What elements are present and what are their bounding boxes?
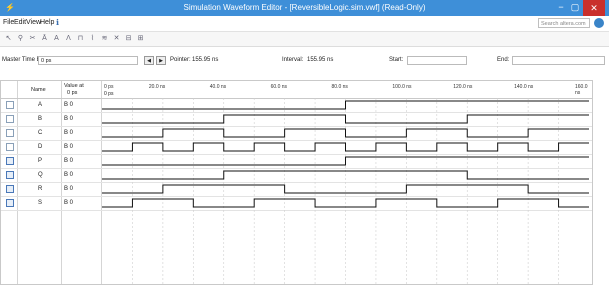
waveform-display[interactable]: [102, 98, 592, 284]
invert-icon[interactable]: Ʌ: [64, 34, 73, 43]
weak-icon[interactable]: ✕: [112, 34, 121, 43]
pointer-label: Pointer:: [170, 57, 191, 63]
signal-name: B: [38, 116, 43, 122]
name-column-header[interactable]: Name: [31, 87, 46, 93]
title-bar: ⚡ Simulation Waveform Editor - [Reversib…: [0, 0, 609, 16]
menu-edit[interactable]: Edit: [14, 19, 26, 26]
output-pin-icon: [6, 185, 14, 193]
signal-name: R: [38, 186, 43, 192]
end-label: End:: [497, 57, 510, 63]
menu-bar: File Edit View Help ℹ Search altera.com: [0, 16, 609, 32]
zoom-icon[interactable]: ⚲: [16, 34, 25, 43]
value-column-header[interactable]: Value at: [64, 83, 84, 89]
start-field[interactable]: [407, 56, 467, 65]
waveform-p[interactable]: [102, 156, 589, 166]
signal-value: B 0: [64, 172, 74, 178]
cut-icon[interactable]: ✂: [28, 34, 37, 43]
pointer-value: 155.95 ns: [192, 57, 219, 63]
next-transition-button[interactable]: ▶: [156, 56, 166, 65]
menu-help[interactable]: Help: [40, 19, 54, 26]
master-time-bar-field[interactable]: 0 ps: [38, 56, 138, 65]
signal-value: B 0: [64, 186, 74, 192]
time-tick-label: 160.0 ns: [575, 84, 588, 96]
input-pin-icon: [6, 115, 14, 123]
high-icon[interactable]: Ā: [40, 34, 49, 43]
signal-name: C: [38, 130, 43, 136]
clock-icon[interactable]: ⌇: [88, 34, 97, 43]
help-icon[interactable]: ℹ: [56, 18, 59, 27]
signal-name: D: [38, 144, 43, 150]
table-header: Name Value at 0 ps 0 ps 20.0 ns 40.0 ns 60.…: [1, 81, 592, 99]
signal-value: B 0: [64, 102, 74, 108]
time-tick-label: 120.0 ns: [453, 84, 473, 90]
time-tick-label: 20.0 ns: [148, 84, 166, 90]
signal-value: B 0: [64, 130, 74, 136]
waveform-grid: Name Value at 0 ps 0 ps 20.0 ns 40.0 ns 60.…: [0, 80, 593, 285]
cursor-time-label: 0 ps: [104, 91, 114, 97]
minimize-button[interactable]: −: [554, 2, 568, 12]
signal-name: S: [38, 200, 43, 206]
search-input[interactable]: Search altera.com: [538, 18, 590, 28]
menu-file[interactable]: File: [3, 19, 14, 26]
waveform-b[interactable]: [102, 114, 589, 124]
input-pin-icon: [6, 101, 14, 109]
time-tick-label: 0 ps: [104, 84, 114, 90]
waveform-d[interactable]: [102, 142, 589, 152]
time-tick-label: 100.0 ns: [392, 84, 412, 90]
time-tick-label: 80.0 ns: [331, 84, 348, 90]
grid-icon[interactable]: ⊞: [136, 34, 145, 43]
output-pin-icon: [6, 171, 14, 179]
random-icon[interactable]: ≋: [100, 34, 109, 43]
pointer-icon[interactable]: ↖: [4, 34, 13, 43]
globe-icon[interactable]: [594, 18, 604, 28]
signal-value: B 0: [64, 116, 74, 122]
toolbar: ↖ ⚲ ✂ Ā A Ʌ ⊓ ⌇ ≋ ✕ ⊟ ⊞: [0, 32, 609, 47]
value-column-subheader: 0 ps: [67, 90, 78, 96]
count-icon[interactable]: ⊓: [76, 34, 85, 43]
window-title: Simulation Waveform Editor - [Reversible…: [183, 3, 426, 12]
start-label: Start:: [389, 57, 404, 63]
waveform-editor-window: ⚡ Simulation Waveform Editor - [Reversib…: [0, 0, 609, 292]
output-pin-icon: [6, 199, 14, 207]
interval-label: Interval:: [282, 57, 304, 63]
maximize-button[interactable]: ▢: [568, 2, 582, 13]
interval-value: 155.95 ns: [307, 57, 334, 63]
signal-value: B 0: [64, 144, 74, 150]
close-button[interactable]: ✕: [583, 0, 605, 16]
waveform-a[interactable]: [102, 100, 589, 110]
signal-value: B 0: [64, 200, 74, 206]
output-pin-icon: [6, 157, 14, 165]
time-bar: Master Time Bar: 0 ps ◀ ▶ Pointer: 155.9…: [0, 55, 609, 67]
signal-name: P: [38, 158, 43, 164]
input-pin-icon: [6, 129, 14, 137]
time-tick-label: 40.0 ns: [209, 84, 227, 90]
signal-name: A: [38, 102, 43, 108]
prev-transition-button[interactable]: ◀: [144, 56, 154, 65]
time-tick-label: 60.0 ns: [270, 84, 288, 90]
snap-icon[interactable]: ⊟: [124, 34, 133, 43]
input-pin-icon: [6, 143, 14, 151]
end-field[interactable]: [512, 56, 605, 65]
signal-name: Q: [38, 172, 43, 178]
menu-view[interactable]: View: [26, 19, 41, 26]
low-icon[interactable]: A: [52, 34, 61, 43]
waveform-c[interactable]: [102, 128, 589, 138]
time-tick-label: 140.0 ns: [514, 84, 534, 90]
signal-value: B 0: [64, 158, 74, 164]
